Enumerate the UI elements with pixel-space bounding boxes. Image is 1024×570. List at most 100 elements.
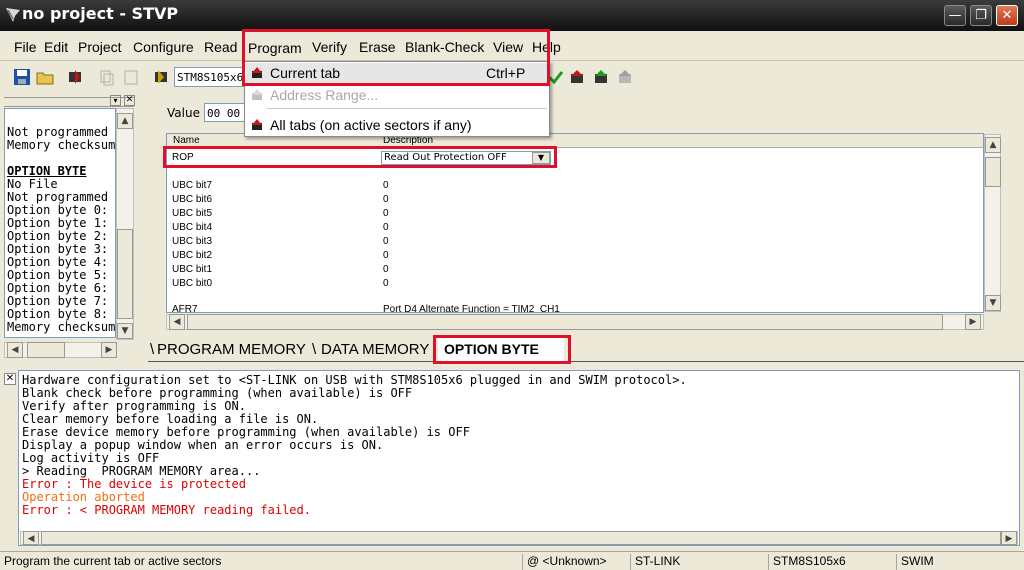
- grid-row-name: AFR7: [172, 304, 198, 312]
- program-all-icon[interactable]: [66, 68, 84, 86]
- device-chip-icon: [155, 70, 167, 84]
- status-location: @ <Unknown>: [522, 554, 611, 570]
- device-summary-text: Not programmed Memory checksum OPTION BYTE…: [4, 108, 116, 338]
- tab-option-byte-active[interactable]: OPTION BYTE: [438, 338, 564, 363]
- status-protocol: SWIM: [896, 554, 938, 570]
- scroll-down-icon[interactable]: ▼: [117, 323, 133, 339]
- grid-row-value[interactable]: 0: [383, 264, 389, 275]
- summary-line: Memory checksum: [7, 320, 116, 334]
- scroll-up-icon[interactable]: ▲: [117, 113, 133, 129]
- panel-pin-icon[interactable]: ▾: [110, 95, 121, 106]
- status-tool: ST-LINK: [630, 554, 684, 570]
- menu-separator: [267, 108, 547, 109]
- left-vertical-scrollbar[interactable]: ▲ ▼: [116, 108, 134, 340]
- scroll-thumb[interactable]: [117, 229, 133, 319]
- menu-edit[interactable]: Edit: [44, 39, 68, 55]
- menu-project[interactable]: Project: [78, 39, 122, 55]
- scroll-thumb[interactable]: [187, 314, 943, 330]
- grid-row-name: UBC bit6: [172, 194, 213, 205]
- log-output: Hardware configuration set to <ST-LINK o…: [18, 370, 1020, 546]
- open-folder-icon[interactable]: [36, 68, 54, 86]
- scroll-right-icon[interactable]: ▶: [101, 342, 117, 358]
- close-icon: ✕: [1001, 8, 1013, 23]
- grid-row-value[interactable]: 0: [383, 194, 389, 205]
- log-error-line: Error : < PROGRAM MEMORY reading failed.: [22, 503, 311, 517]
- option-byte-grid: [166, 133, 984, 313]
- scroll-down-icon[interactable]: ▼: [985, 295, 1001, 311]
- menu-bar: File Edit Project Configure Read Program…: [0, 33, 1024, 61]
- menu-configure[interactable]: Configure: [133, 39, 194, 55]
- grid-row-value[interactable]: 0: [383, 208, 389, 219]
- value-field[interactable]: 00 00 00: [204, 103, 246, 122]
- tab-data-memory[interactable]: DATA MEMORY: [321, 341, 429, 358]
- summary-line: Memory checksum: [7, 138, 116, 152]
- save-icon[interactable]: [13, 68, 31, 86]
- grid-row-name: UBC bit1: [172, 264, 213, 275]
- scroll-left-icon[interactable]: ◀: [7, 342, 23, 358]
- scroll-right-icon[interactable]: ▶: [1001, 531, 1017, 545]
- grid-row-value[interactable]: 0: [383, 250, 389, 261]
- program-menu-dropdown: Current tab Ctrl+P Address Range... All …: [244, 61, 550, 137]
- scroll-thumb[interactable]: [27, 342, 65, 358]
- grid-horizontal-scrollbar[interactable]: ◀ ▶: [166, 314, 984, 330]
- menu-read[interactable]: Read: [204, 39, 237, 55]
- menu-item-address-range: Address Range...: [246, 85, 548, 105]
- menu-program[interactable]: Program: [248, 40, 302, 56]
- current-tab-label: Current tab: [270, 65, 341, 81]
- scroll-left-icon[interactable]: ◀: [23, 531, 39, 545]
- log-error-line: Error : The device is protected: [22, 477, 246, 491]
- grid-vertical-scrollbar[interactable]: ▲ ▼: [984, 134, 1001, 312]
- menu-help[interactable]: Help: [532, 39, 561, 55]
- menu-erase[interactable]: Erase: [359, 39, 396, 55]
- all-tabs-label: All tabs (on active sectors if any): [270, 117, 472, 133]
- rop-select[interactable]: Read Out Protection OFF: [381, 151, 551, 165]
- stvp-app-icon: [6, 8, 20, 22]
- tab-program-memory-marker: \: [150, 341, 155, 358]
- program-range-icon: [252, 89, 262, 100]
- chevron-down-icon[interactable]: ▼: [532, 152, 550, 164]
- tab-program-memory[interactable]: PROGRAM MEMORY: [157, 341, 306, 358]
- grid-row-name: UBC bit7: [172, 180, 213, 191]
- program-current-icon: [252, 67, 262, 78]
- menu-item-all-tabs[interactable]: All tabs (on active sectors if any): [246, 115, 548, 135]
- grid-row-value[interactable]: 0: [383, 278, 389, 289]
- minimize-icon: —: [948, 8, 962, 23]
- grid-row-name: UBC bit5: [172, 208, 213, 219]
- menu-blank-check[interactable]: Blank-Check: [405, 39, 484, 55]
- maximize-button[interactable]: ❐: [970, 5, 992, 26]
- read-all-icon[interactable]: [592, 68, 610, 86]
- current-tab-shortcut: Ctrl+P: [486, 65, 526, 81]
- menu-file[interactable]: File: [14, 39, 37, 55]
- left-horizontal-scrollbar[interactable]: ◀ ▶: [4, 342, 117, 358]
- menu-item-current-tab[interactable]: Current tab Ctrl+P: [246, 63, 548, 83]
- scroll-right-icon[interactable]: ▶: [965, 314, 981, 330]
- scroll-up-icon[interactable]: ▲: [985, 137, 1001, 153]
- grid-row-name: UBC bit3: [172, 236, 213, 247]
- tab-option-byte[interactable]: OPTION BYTE: [444, 341, 539, 357]
- log-close-icon[interactable]: ✕: [4, 373, 16, 385]
- column-name-header[interactable]: Name: [173, 135, 200, 146]
- program-all-tabs-icon: [252, 119, 262, 130]
- log-line: Display a popup window when an error occ…: [22, 438, 384, 452]
- close-button[interactable]: ✕: [996, 5, 1018, 26]
- partial-row: AFR7 Port D4 Alternate Function = TIM2_C…: [167, 304, 983, 312]
- scroll-thumb[interactable]: [985, 157, 1001, 187]
- menu-view[interactable]: View: [493, 39, 523, 55]
- grid-row-value[interactable]: 0: [383, 222, 389, 233]
- panel-close-icon[interactable]: ✕: [124, 95, 135, 106]
- grid-row-value[interactable]: 0: [383, 180, 389, 191]
- title-bar[interactable]: no project - STVP — ❐ ✕: [0, 0, 1024, 31]
- device-selector[interactable]: STM8S105x6: [174, 67, 246, 87]
- tab-data-memory-marker: \: [312, 341, 317, 358]
- grid-row-name: UBC bit4: [172, 222, 213, 233]
- read-current-icon[interactable]: [568, 68, 586, 86]
- scroll-thumb[interactable]: [41, 531, 1001, 545]
- log-horizontal-scrollbar[interactable]: ◀ ▶: [20, 531, 1018, 545]
- scroll-left-icon[interactable]: ◀: [169, 314, 185, 330]
- menu-verify[interactable]: Verify: [312, 39, 347, 55]
- address-range-label: Address Range...: [270, 87, 379, 103]
- grid-row-value[interactable]: 0: [383, 236, 389, 247]
- erase-icon: [619, 70, 631, 83]
- minimize-button[interactable]: —: [944, 5, 966, 26]
- grid-row-value[interactable]: Port D4 Alternate Function = TIM2_CH1: [383, 304, 560, 312]
